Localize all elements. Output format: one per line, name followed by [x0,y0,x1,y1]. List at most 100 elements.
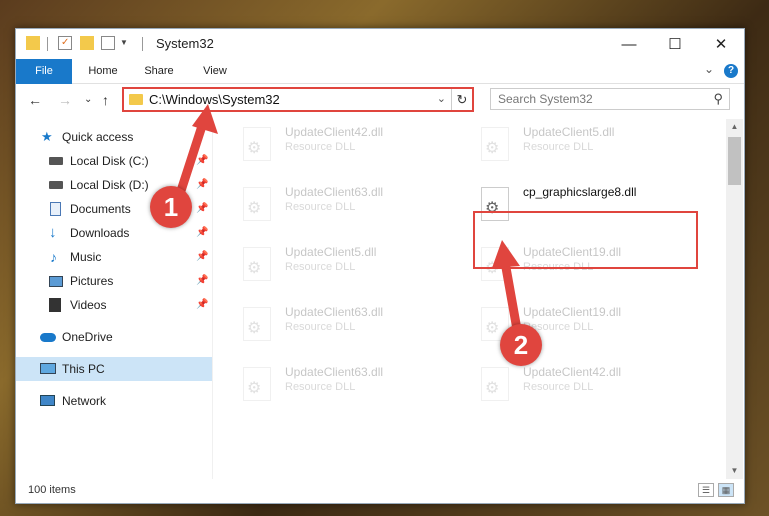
list-item[interactable]: ⚙ UpdateClient42.dll Resource DLL [213,119,443,171]
window-title: System32 [156,36,214,51]
dll-file-icon: ⚙ [243,307,271,341]
network-icon [40,395,55,406]
star-icon: ★ [41,129,53,144]
tab-share[interactable]: Share [134,59,184,83]
collapse-ribbon-icon[interactable]: ⌄ [704,62,714,76]
item-count: 100 items [28,484,76,496]
dll-file-icon: ⚙ [481,127,509,161]
pin-icon[interactable]: 📌 [196,293,208,317]
file-type: Resource DLL [285,261,356,273]
divider [142,37,143,51]
up-button[interactable]: ↑ [102,92,109,108]
file-type: Resource DLL [285,381,356,393]
tab-view[interactable]: View [190,59,240,83]
dll-file-icon: ⚙ [243,127,271,161]
computer-icon [40,363,56,374]
large-icons-view-icon[interactable]: ▦ [718,483,734,497]
list-item[interactable]: ⚙ UpdateClient5.dll Resource DLL [451,119,681,171]
file-list: ⚙ UpdateClient42.dll Resource DLL ⚙ Upda… [213,119,726,479]
file-highlight-box [473,211,698,269]
dll-file-icon: ⚙ [243,187,271,221]
search-input[interactable]: Search System32 [498,92,593,106]
file-name: UpdateClient19.dll [523,305,622,319]
folder-icon [129,94,143,105]
forward-button[interactable]: → [58,92,72,108]
downloads-icon: ↓ [49,224,57,241]
sidebar-item-label: OneDrive [62,330,113,344]
details-view-icon[interactable]: ☰ [698,483,714,497]
sidebar-item-local-disk-c[interactable]: Local Disk (C:) 📌 [16,149,212,173]
refresh-button[interactable]: ↻ [451,89,472,110]
file-type: Resource DLL [523,141,594,153]
list-item[interactable]: ⚙ UpdateClient42.dll Resource DLL [451,359,681,411]
list-item[interactable]: ⚙ UpdateClient63.dll Resource DLL [213,179,443,231]
pin-icon[interactable]: 📌 [196,269,208,293]
properties-icon[interactable]: ✓ [58,36,72,50]
folder-icon [26,36,40,50]
dll-file-icon: ⚙ [481,367,509,401]
sidebar-item-label: Videos [70,298,107,312]
search-icon[interactable]: ⚲ [713,91,723,107]
sidebar-item-label: Downloads [70,226,130,240]
title-bar: ✓ ▼ System32 — ☐ ✕ [16,29,744,59]
scroll-up-icon[interactable]: ▲ [726,119,743,135]
pictures-icon [49,276,63,287]
pin-icon[interactable]: 📌 [196,173,208,197]
maximize-button[interactable]: ☐ [652,29,698,59]
sidebar-item-pictures[interactable]: Pictures 📌 [16,269,212,293]
address-bar[interactable]: C:\Windows\System32 ⌄ ↻ [122,87,474,112]
explorer-window: ✓ ▼ System32 — ☐ ✕ File Home Share View … [15,28,745,504]
sidebar-item-label: This PC [62,362,105,376]
pin-icon[interactable]: 📌 [196,221,208,245]
videos-icon [49,298,61,312]
file-name: UpdateClient42.dll [523,365,622,379]
sidebar-item-label: Music [70,250,102,264]
list-item[interactable]: ⚙ UpdateClient19.dll Resource DLL [451,299,681,351]
list-item[interactable]: ⚙ UpdateClient63.dll Resource DLL [213,299,443,351]
navigation-bar: ← → ⌄ ↑ C:\Windows\System32 ⌄ ↻ Search S… [16,84,744,118]
pin-icon[interactable]: 📌 [196,197,208,221]
list-item[interactable]: ⚙ UpdateClient5.dll Resource DLL [213,239,443,291]
sidebar-item-network[interactable]: Network [16,389,212,413]
tab-home[interactable]: Home [78,59,128,83]
back-button[interactable]: ← [28,92,42,108]
sidebar-item-label: Local Disk (D:) [70,178,149,192]
sidebar-item-label: Pictures [70,274,114,288]
sidebar-item-label: Quick access [62,130,134,144]
scroll-thumb[interactable] [728,137,741,185]
file-name: UpdateClient5.dll [523,125,615,139]
divider [47,37,48,51]
dll-file-icon: ⚙ [243,367,271,401]
search-box[interactable]: Search System32 ⚲ [490,88,730,110]
recent-locations-button[interactable]: ⌄ [84,94,92,105]
sidebar-item-this-pc[interactable]: This PC [16,357,212,381]
close-button[interactable]: ✕ [698,29,744,59]
sidebar-item-videos[interactable]: Videos 📌 [16,293,212,317]
callout-badge-2: 2 [500,324,542,366]
minimize-button[interactable]: — [606,29,652,59]
sidebar-item-music[interactable]: ♪ Music 📌 [16,245,212,269]
file-type: Resource DLL [285,321,356,333]
chevron-down-icon[interactable]: ▼ [120,36,134,50]
list-item[interactable]: ⚙ UpdateClient63.dll Resource DLL [213,359,443,411]
sidebar-item-label: Network [62,394,107,408]
dll-file-icon: ⚙ [243,247,271,281]
new-folder-icon[interactable] [80,36,94,50]
chevron-down-icon[interactable]: ⌄ [437,92,446,105]
scroll-down-icon[interactable]: ▼ [726,463,743,479]
help-icon[interactable]: ? [724,64,738,78]
file-type: Resource DLL [523,381,594,393]
pin-icon[interactable]: 📌 [196,245,208,269]
file-name: UpdateClient5.dll [285,245,377,259]
sidebar-item-downloads[interactable]: ↓ Downloads 📌 [16,221,212,245]
customize-toolbar-icon[interactable] [101,36,115,50]
navigation-pane: ★ Quick access Local Disk (C:) 📌 Local D… [16,119,213,479]
address-path[interactable]: C:\Windows\System32 [149,92,280,107]
music-icon: ♪ [50,249,57,265]
sidebar-item-quick-access[interactable]: ★ Quick access [16,125,212,149]
pin-icon[interactable]: 📌 [196,149,208,173]
sidebar-item-label: Documents [70,202,131,216]
vertical-scrollbar[interactable]: ▲ ▼ [726,119,743,479]
sidebar-item-onedrive[interactable]: OneDrive [16,325,212,349]
file-name: cp_graphicslarge8.dll [523,185,637,199]
